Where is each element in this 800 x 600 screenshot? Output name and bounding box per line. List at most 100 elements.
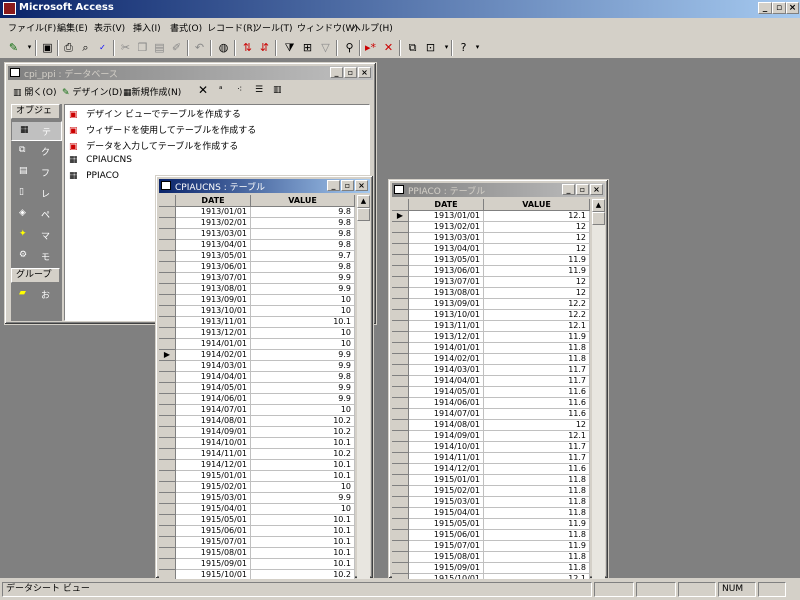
date-cell[interactable]: 1915/10/01 <box>176 570 251 579</box>
table-row[interactable]: 1913/12/01 11.9 <box>392 332 590 343</box>
table-row[interactable]: ▶ 1913/01/01 12.1 <box>392 211 590 222</box>
copy-icon[interactable]: ❐ <box>135 40 150 55</box>
cpi-minimize-button[interactable]: _ <box>327 180 340 191</box>
format-painter-icon[interactable]: ✐ <box>169 40 184 55</box>
details-view-icon[interactable]: ▥ <box>273 85 282 95</box>
record-selector[interactable] <box>159 240 176 251</box>
ppi-minimize-button[interactable]: _ <box>562 184 575 195</box>
db-design-button[interactable]: ✎ デザイン(D) <box>62 85 122 98</box>
table-row[interactable]: 1913/06/01 9.8 <box>159 262 355 273</box>
objects-header[interactable]: オブジェ <box>11 104 60 119</box>
list-item-create-design[interactable]: ▣ デザイン ビューでテーブルを作成する <box>69 107 241 120</box>
record-selector[interactable] <box>392 222 409 233</box>
date-cell[interactable]: 1915/06/01 <box>176 526 251 537</box>
value-cell[interactable]: 12 <box>484 420 590 431</box>
record-selector[interactable] <box>392 574 409 579</box>
value-cell[interactable]: 10.2 <box>251 449 355 460</box>
menu-file[interactable]: ファイル(F) <box>8 21 56 34</box>
object-type-forms[interactable]: ▤ フ <box>11 163 60 181</box>
value-cell[interactable]: 9.9 <box>251 394 355 405</box>
date-cell[interactable]: 1913/12/01 <box>409 332 484 343</box>
date-cell[interactable]: 1914/06/01 <box>176 394 251 405</box>
record-selector[interactable] <box>392 464 409 475</box>
date-cell[interactable]: 1914/10/01 <box>176 438 251 449</box>
record-selector[interactable] <box>159 438 176 449</box>
value-cell[interactable]: 9.8 <box>251 207 355 218</box>
scroll-up-arrow-icon[interactable]: ▲ <box>592 199 605 212</box>
table-row[interactable]: 1913/07/01 12 <box>392 277 590 288</box>
table-row[interactable]: 1915/04/01 11.8 <box>392 508 590 519</box>
record-selector[interactable] <box>159 273 176 284</box>
date-cell[interactable]: 1915/01/01 <box>176 471 251 482</box>
date-cell[interactable]: 1914/05/01 <box>409 387 484 398</box>
table-row[interactable]: 1914/04/01 11.7 <box>392 376 590 387</box>
menu-format[interactable]: 書式(O) <box>170 21 202 34</box>
table-row[interactable]: 1915/02/01 10 <box>159 482 355 493</box>
table-row[interactable]: 1913/05/01 11.9 <box>392 255 590 266</box>
record-selector[interactable] <box>392 255 409 266</box>
db-open-button[interactable]: ▥ 開く(O) <box>13 85 57 98</box>
record-selector[interactable] <box>392 519 409 530</box>
menu-window[interactable]: ウィンドウ(W) <box>297 21 358 34</box>
value-cell[interactable]: 10.1 <box>251 471 355 482</box>
date-cell[interactable]: 1914/04/01 <box>176 372 251 383</box>
record-selector[interactable] <box>392 321 409 332</box>
date-cell[interactable]: 1914/08/01 <box>176 416 251 427</box>
sort-ascending-icon[interactable]: ⇅ <box>240 40 255 55</box>
table-row[interactable]: 1914/02/01 11.8 <box>392 354 590 365</box>
record-selector[interactable] <box>159 328 176 339</box>
value-cell[interactable]: 10 <box>251 306 355 317</box>
value-cell[interactable]: 10 <box>251 504 355 515</box>
value-cell[interactable]: 10.1 <box>251 559 355 570</box>
value-cell[interactable]: 9.9 <box>251 361 355 372</box>
record-selector[interactable] <box>392 486 409 497</box>
db-minimize-button[interactable]: _ <box>330 67 343 78</box>
table-row[interactable]: 1913/07/01 9.9 <box>159 273 355 284</box>
scroll-thumb[interactable] <box>592 212 605 225</box>
value-cell[interactable]: 9.7 <box>251 251 355 262</box>
date-cell[interactable]: 1913/09/01 <box>176 295 251 306</box>
value-cell[interactable]: 11.9 <box>484 266 590 277</box>
table-row[interactable]: 1913/02/01 9.8 <box>159 218 355 229</box>
table-row[interactable]: 1915/10/01 10.2 <box>159 570 355 579</box>
date-cell[interactable]: 1913/01/01 <box>409 211 484 222</box>
object-type-modules[interactable]: ⚙ モ <box>11 247 60 265</box>
record-selector[interactable] <box>392 409 409 420</box>
app-minimize-button[interactable]: _ <box>758 2 772 14</box>
value-cell[interactable]: 11.9 <box>484 255 590 266</box>
date-cell[interactable]: 1913/01/01 <box>176 207 251 218</box>
filter-by-selection-icon[interactable]: ⧩ <box>282 40 297 55</box>
value-cell[interactable]: 11.8 <box>484 552 590 563</box>
table-row[interactable]: 1915/10/01 12.1 <box>392 574 590 579</box>
value-cell[interactable]: 11.7 <box>484 453 590 464</box>
value-cell[interactable]: 10.1 <box>251 548 355 559</box>
value-cell[interactable]: 10 <box>251 339 355 350</box>
record-selector[interactable] <box>392 398 409 409</box>
value-cell[interactable]: 11.9 <box>484 332 590 343</box>
record-selector[interactable] <box>392 431 409 442</box>
record-selector[interactable] <box>159 394 176 405</box>
menu-help[interactable]: ヘルプ(H) <box>352 21 393 34</box>
date-cell[interactable]: 1915/04/01 <box>176 504 251 515</box>
date-cell[interactable]: 1914/11/01 <box>176 449 251 460</box>
table-row[interactable]: 1915/08/01 11.8 <box>392 552 590 563</box>
date-cell[interactable]: 1914/04/01 <box>409 376 484 387</box>
date-cell[interactable]: 1913/05/01 <box>409 255 484 266</box>
database-window-title-bar[interactable]: cpi_ppi : データベース _ ▫ × <box>8 66 373 80</box>
object-type-pages[interactable]: ◈ ペ <box>11 205 60 223</box>
table-row[interactable]: ▶ 1914/02/01 9.9 <box>159 350 355 361</box>
save-icon[interactable]: ▣ <box>40 40 55 55</box>
date-cell[interactable]: 1913/07/01 <box>176 273 251 284</box>
record-selector[interactable] <box>392 266 409 277</box>
value-cell[interactable]: 10.1 <box>251 526 355 537</box>
record-selector[interactable] <box>159 504 176 515</box>
value-cell[interactable]: 12 <box>484 277 590 288</box>
column-header-value[interactable]: VALUE <box>251 195 355 207</box>
table-row[interactable]: 1913/12/01 10 <box>159 328 355 339</box>
date-cell[interactable]: 1915/02/01 <box>176 482 251 493</box>
list-item-create-wizard[interactable]: ▣ ウィザードを使用してテーブルを作成する <box>69 123 256 136</box>
value-cell[interactable]: 12.2 <box>484 310 590 321</box>
record-selector[interactable] <box>392 387 409 398</box>
table-row[interactable]: 1914/06/01 9.9 <box>159 394 355 405</box>
table-row[interactable]: 1913/04/01 12 <box>392 244 590 255</box>
